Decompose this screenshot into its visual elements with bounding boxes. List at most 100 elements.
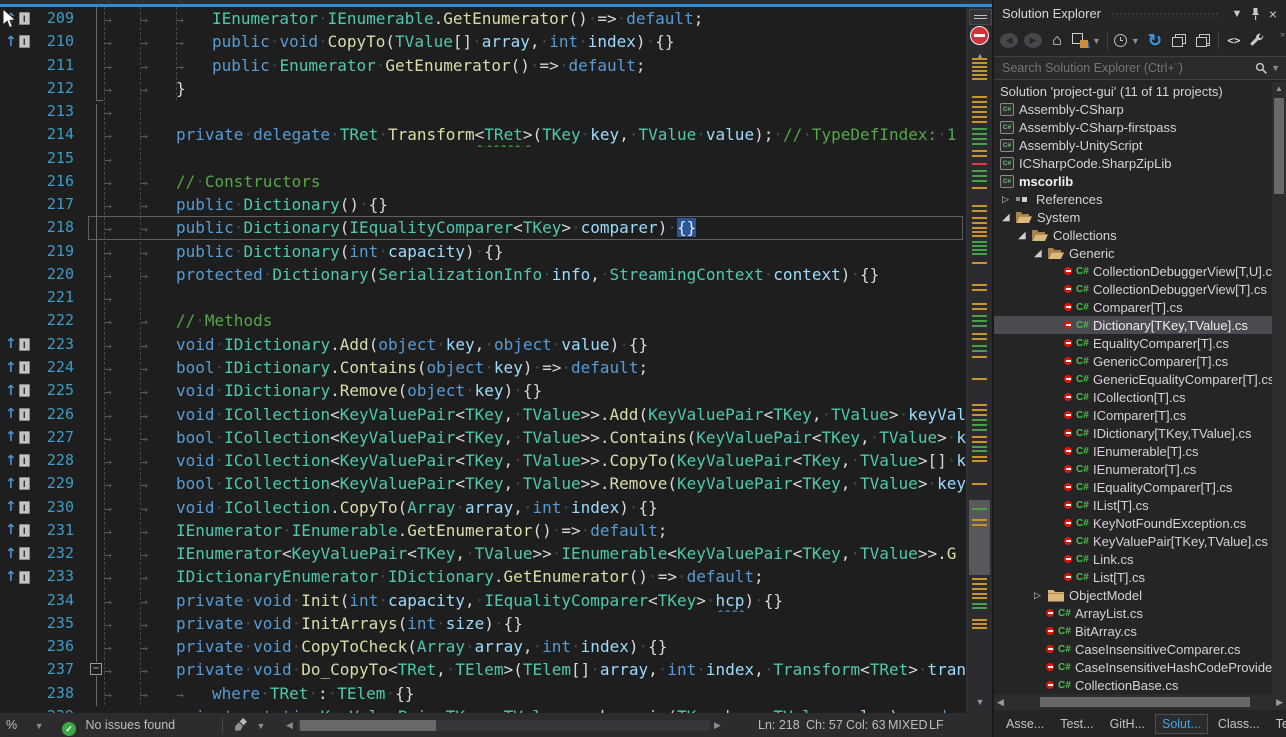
tree-item-list-t-cs[interactable]: C#List[T].cs: [994, 568, 1286, 586]
code-text[interactable]: →→}: [104, 77, 966, 100]
code-text[interactable]: →: [104, 147, 966, 170]
implements-glyph[interactable]: ↑I: [0, 542, 34, 565]
outlining-margin[interactable]: [80, 542, 104, 565]
tree-item-system[interactable]: ◢System: [994, 208, 1286, 226]
tree-item-collectiondebuggerview-t-u-cs[interactable]: C#CollectionDebuggerView[T,U].cs: [994, 262, 1286, 280]
tab-solut[interactable]: Solut...: [1155, 714, 1208, 734]
code-line-227[interactable]: ↑I227→→bool·ICollection<KeyValuePair<TKe…: [0, 426, 966, 449]
status-ln[interactable]: Ln: 218: [758, 713, 800, 737]
code-text[interactable]: →→void·ICollection.CopyTo(Array·array,·i…: [104, 496, 966, 519]
code-text[interactable]: →→→where·TRet·:·TElem·{}: [104, 682, 966, 705]
code-line-218[interactable]: 218→→public·Dictionary(IEqualityComparer…: [0, 216, 966, 239]
outlining-margin[interactable]: [80, 565, 104, 588]
tree-item-collectionbase-cs[interactable]: C#CollectionBase.cs: [994, 676, 1286, 694]
outlining-margin[interactable]: [80, 472, 104, 495]
scroll-left-icon[interactable]: ◀: [286, 713, 293, 737]
implements-glyph[interactable]: ↑I: [0, 519, 34, 542]
code-text[interactable]: →→bool·IDictionary.Contains(object·key)·…: [104, 356, 966, 379]
tree-item-references[interactable]: ▷References: [994, 190, 1286, 208]
tree-item-dictionary-tkey-tvalue-cs[interactable]: C#Dictionary[TKey,TValue].cs: [994, 316, 1286, 334]
code-line-212[interactable]: 212→→}: [0, 77, 966, 100]
chevron-collapsed-icon[interactable]: ▷: [1002, 194, 1016, 205]
collapse-all-button[interactable]: [1170, 31, 1188, 51]
outlining-margin[interactable]: [80, 519, 104, 542]
code-line-220[interactable]: 220→→protected·Dictionary(SerializationI…: [0, 263, 966, 286]
tree-item-solution-project-gui-11-of-11-projects-[interactable]: Solution 'project-gui' (11 of 11 project…: [994, 82, 1286, 100]
scrollbar-thumb[interactable]: [1274, 98, 1284, 194]
tree-item-assembly-unityscript[interactable]: C#Assembly-UnityScript: [994, 136, 1286, 154]
outlining-margin[interactable]: [80, 7, 104, 30]
chevron-expanded-icon[interactable]: ◢: [1002, 212, 1016, 223]
editor-vertical-scrollbar[interactable]: ▲ ▼: [966, 7, 992, 713]
scroll-left-icon[interactable]: ◀: [997, 697, 1004, 708]
tree-item-collectiondebuggerview-t-cs[interactable]: C#CollectionDebuggerView[T].cs: [994, 280, 1286, 298]
tree-item-ienumerable-t-cs[interactable]: C#IEnumerable[T].cs: [994, 442, 1286, 460]
tab-asse[interactable]: Asse...: [1000, 715, 1050, 733]
scroll-right-icon[interactable]: ▶: [714, 713, 721, 737]
code-line-238[interactable]: 238→→→where·TRet·:·TElem·{}: [0, 682, 966, 705]
tree-item-idictionary-tkey-tvalue-cs[interactable]: C#IDictionary[TKey,TValue].cs: [994, 424, 1286, 442]
code-line-222[interactable]: 222→→//·Methods: [0, 309, 966, 332]
code-line-213[interactable]: 213→: [0, 100, 966, 123]
code-line-216[interactable]: 216→→//·Constructors: [0, 170, 966, 193]
code-line-209[interactable]: ↑I209→→→IEnumerator·IEnumerable.GetEnume…: [0, 7, 966, 30]
tab-gith[interactable]: GitH...: [1104, 715, 1151, 733]
zoom-control[interactable]: % ▼: [6, 713, 44, 737]
outlining-margin[interactable]: [80, 635, 104, 658]
tree-item-iequalitycomparer-t-cs[interactable]: C#IEqualityComparer[T].cs: [994, 478, 1286, 496]
pin-button[interactable]: [1246, 5, 1264, 23]
status-col[interactable]: Col: 63: [846, 713, 886, 737]
code-line-225[interactable]: ↑I225→→void·IDictionary.Remove(object·ke…: [0, 379, 966, 402]
code-text[interactable]: →→IEnumerator<KeyValuePair<TKey,·TValue>…: [104, 542, 966, 565]
outlining-margin[interactable]: [80, 403, 104, 426]
search-input[interactable]: [994, 60, 1255, 76]
tree-item-caseinsensitivehashcodeprovider-cs[interactable]: C#CaseInsensitiveHashCodeProvider.cs: [994, 658, 1286, 676]
outlining-margin[interactable]: [80, 263, 104, 286]
tree-item-genericequalitycomparer-t-cs[interactable]: C#GenericEqualityComparer[T].cs: [994, 370, 1286, 388]
code-line-224[interactable]: ↑I224→→bool·IDictionary.Contains(object·…: [0, 356, 966, 379]
code-line-231[interactable]: ↑I231→→IEnumerator·IEnumerable.GetEnumer…: [0, 519, 966, 542]
tree-item-ilist-t-cs[interactable]: C#IList[T].cs: [994, 496, 1286, 514]
code-text[interactable]: →→private·void·CopyToCheck(Array·array,·…: [104, 635, 966, 658]
outlining-margin[interactable]: [80, 30, 104, 53]
outlining-margin[interactable]: [80, 333, 104, 356]
code-text[interactable]: →→private·void·Do_CopyTo<TRet,·TElem>(TE…: [104, 658, 966, 681]
outlining-margin[interactable]: [80, 379, 104, 402]
code-line-217[interactable]: 217→→public·Dictionary()·{}: [0, 193, 966, 216]
implements-glyph[interactable]: ↑I: [0, 449, 34, 472]
code-text[interactable]: →→void·IDictionary.Remove(object·key)·{}: [104, 379, 966, 402]
code-text[interactable]: →→//·Methods: [104, 309, 966, 332]
code-line-239[interactable]: 239→→private·static·KeyValuePair<TKey,·T…: [0, 705, 966, 713]
outlining-margin[interactable]: [80, 170, 104, 193]
solution-explorer-titlebar[interactable]: Solution Explorer ▼ ×: [994, 0, 1286, 27]
code-cleanup-button[interactable]: ▼: [234, 713, 265, 737]
outlining-margin[interactable]: [80, 589, 104, 612]
tree-item-caseinsensitivecomparer-cs[interactable]: C#CaseInsensitiveComparer.cs: [994, 640, 1286, 658]
tree-item-keyvaluepair-tkey-tvalue-cs[interactable]: C#KeyValuePair[TKey,TValue].cs: [994, 532, 1286, 550]
tab-class[interactable]: Class...: [1212, 715, 1266, 733]
tree-item-objectmodel[interactable]: ▷ObjectModel: [994, 586, 1286, 604]
code-text[interactable]: →→//·Constructors: [104, 170, 966, 193]
implements-glyph[interactable]: ↑I: [0, 379, 34, 402]
code-text[interactable]: →→bool·ICollection<KeyValuePair<TKey,·TV…: [104, 426, 966, 449]
implements-glyph[interactable]: ↑I: [0, 426, 34, 449]
code-text[interactable]: →→private·void·Init(int·capacity,·IEqual…: [104, 589, 966, 612]
code-line-234[interactable]: 234→→private·void·Init(int·capacity,·IEq…: [0, 589, 966, 612]
code-text[interactable]: →→private·delegate·TRet·Transform<TRet>(…: [104, 123, 966, 146]
implements-glyph[interactable]: ↑I: [0, 565, 34, 588]
chevron-expanded-icon[interactable]: ◢: [1018, 230, 1032, 241]
code-text[interactable]: →→void·ICollection<KeyValuePair<TKey,·TV…: [104, 449, 966, 472]
forward-button[interactable]: ▶: [1024, 33, 1042, 48]
implements-glyph[interactable]: ↑I: [0, 472, 34, 495]
sync-with-active-document-button[interactable]: ⇅ ▼: [1072, 31, 1101, 51]
close-button[interactable]: ×: [1264, 5, 1282, 23]
code-text[interactable]: →: [104, 286, 966, 309]
scrollbar-thumb[interactable]: [969, 500, 990, 575]
outlining-margin[interactable]: [80, 496, 104, 519]
chevron-collapsed-icon[interactable]: ▷: [1034, 590, 1048, 601]
code-line-214[interactable]: 214→→private·delegate·TRet·Transform<TRe…: [0, 123, 966, 146]
code-line-229[interactable]: ↑I229→→bool·ICollection<KeyValuePair<TKe…: [0, 472, 966, 495]
scrollbar-thumb[interactable]: [300, 720, 436, 731]
code-text[interactable]: →→public·Dictionary(IEqualityComparer<TK…: [104, 216, 966, 239]
tree-vertical-scrollbar[interactable]: ▲: [1272, 82, 1286, 694]
